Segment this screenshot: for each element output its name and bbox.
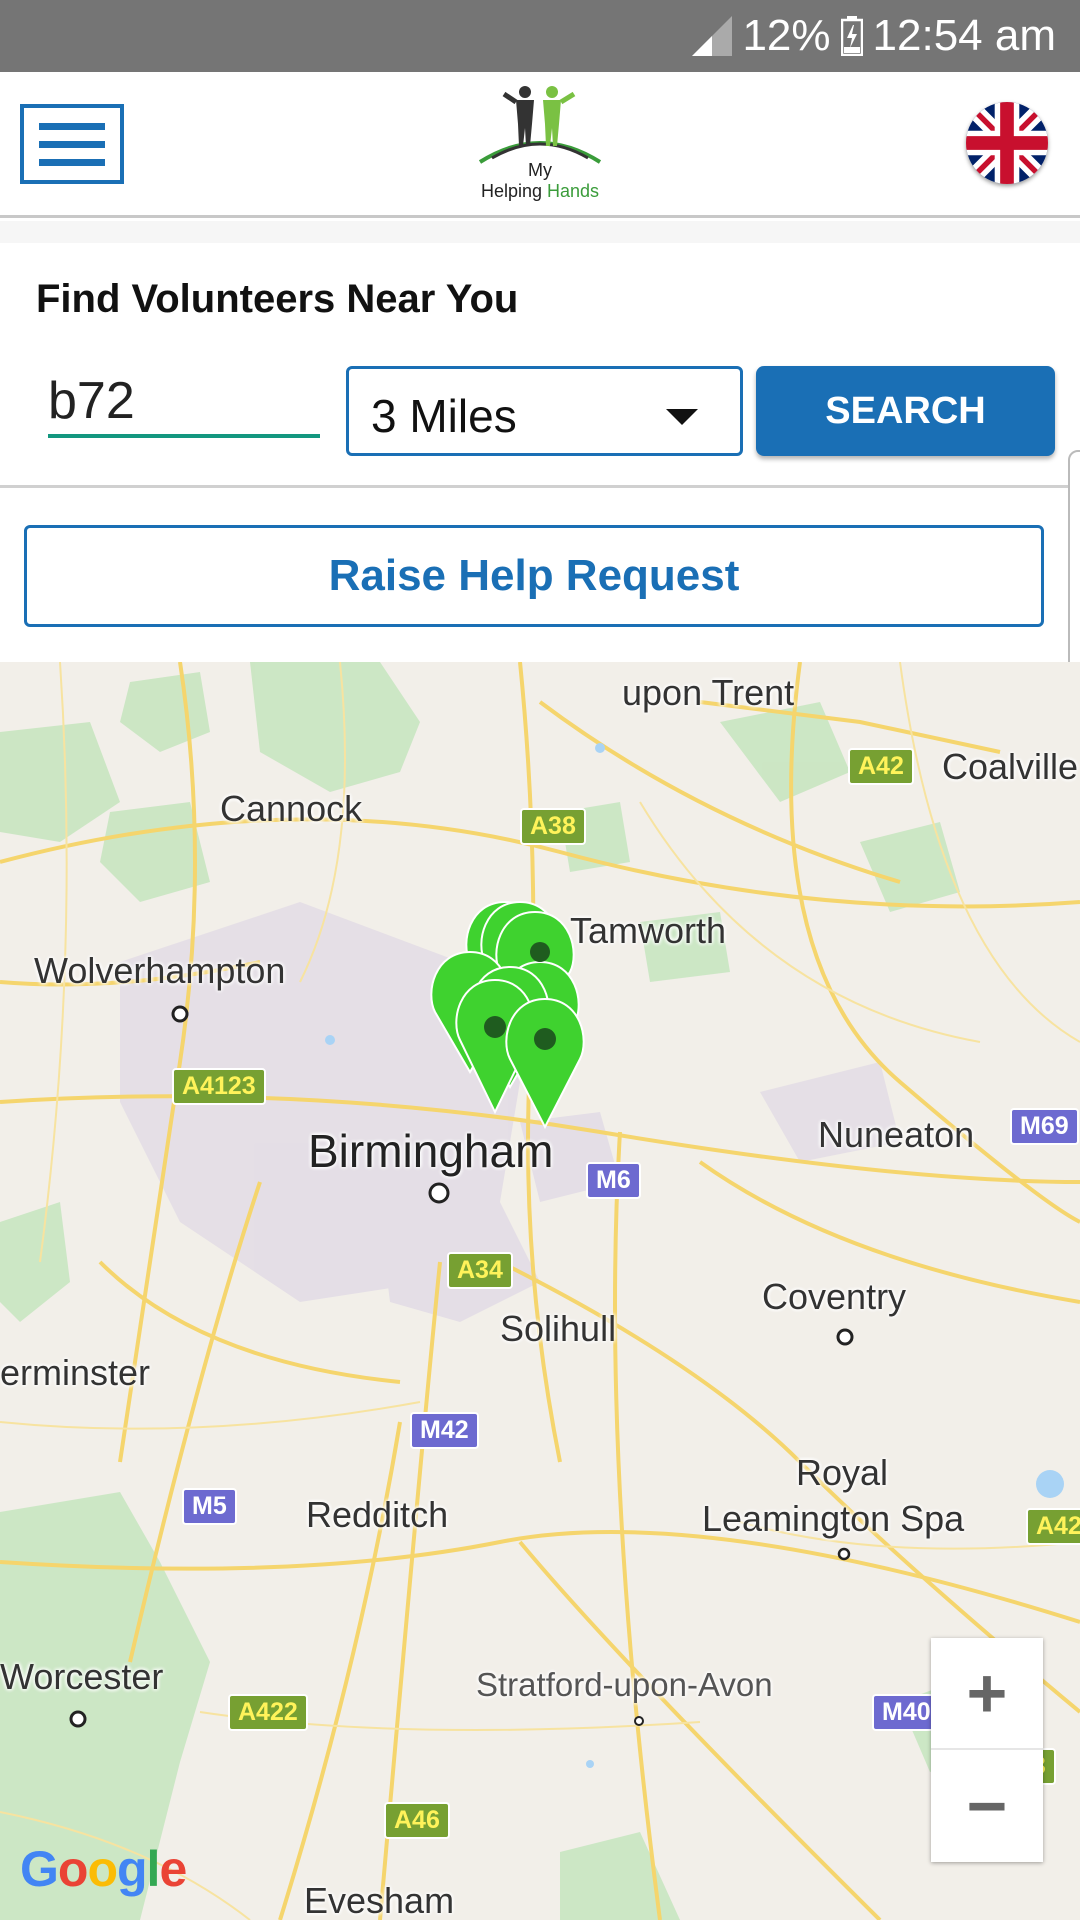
find-volunteers-heading: Find Volunteers Near You bbox=[36, 277, 519, 321]
place-label: Solihull bbox=[500, 1308, 617, 1349]
place-label: Birmingham bbox=[308, 1125, 554, 1177]
place-label: erminster bbox=[0, 1352, 151, 1393]
signal-icon bbox=[692, 16, 733, 56]
screen: 12% 12:54 am My Helping Hands Find Volun… bbox=[0, 0, 1080, 1920]
road-shield: A46 bbox=[384, 1802, 450, 1839]
clock: 12:54 am bbox=[872, 11, 1056, 60]
people-logo-icon bbox=[478, 86, 602, 164]
map-view[interactable]: upon Trent Coalville Cannock Tamworth Wo… bbox=[0, 662, 1080, 1920]
place-label: Nuneaton bbox=[818, 1114, 975, 1155]
hamburger-menu-button[interactable] bbox=[20, 104, 124, 184]
uk-flag-language-button[interactable] bbox=[966, 102, 1048, 184]
postcode-input[interactable] bbox=[48, 368, 320, 438]
google-logo-letter: e bbox=[159, 1841, 187, 1897]
logo-text-my: My bbox=[528, 160, 552, 180]
app-header: My Helping Hands bbox=[0, 72, 1080, 218]
google-logo-letter: G bbox=[20, 1841, 59, 1897]
google-logo-letter: o bbox=[57, 1841, 89, 1897]
search-button[interactable]: SEARCH bbox=[756, 366, 1055, 456]
road-shield: A42 bbox=[1026, 1508, 1080, 1545]
place-label: Cannock bbox=[220, 788, 363, 829]
raise-request-area: Raise Help Request bbox=[0, 491, 1080, 662]
place-label: Evesham bbox=[304, 1880, 455, 1920]
road-shield: M69 bbox=[1010, 1108, 1079, 1145]
road-shield: A42 bbox=[848, 748, 914, 785]
place-label: upon Trent bbox=[622, 672, 795, 713]
place-label: Redditch bbox=[306, 1494, 449, 1535]
place-label: Wolverhampton bbox=[34, 950, 286, 991]
google-logo-letter: g bbox=[117, 1841, 148, 1897]
zoom-in-button[interactable]: + bbox=[931, 1638, 1043, 1750]
battery-charging-icon bbox=[840, 16, 863, 56]
road-shield: M5 bbox=[182, 1488, 237, 1525]
uk-flag-icon bbox=[966, 102, 1048, 184]
road-shield: A422 bbox=[228, 1694, 308, 1731]
app-logo: My Helping Hands bbox=[470, 84, 610, 204]
place-label: Leamington Spa bbox=[702, 1498, 965, 1539]
place-label: Tamworth bbox=[570, 910, 727, 951]
menu-icon bbox=[39, 122, 105, 130]
search-panel: Find Volunteers Near You 3 Miles SEARCH bbox=[0, 243, 1080, 488]
raise-help-request-button[interactable]: Raise Help Request bbox=[24, 525, 1044, 627]
zoom-controls: + − bbox=[931, 1638, 1043, 1862]
place-label: Worcester bbox=[0, 1656, 164, 1697]
map-base bbox=[0, 662, 1080, 1920]
dropdown-caret-icon bbox=[666, 409, 698, 425]
place-label: Coalville bbox=[942, 746, 1079, 787]
road-shield: A4123 bbox=[172, 1068, 266, 1105]
place-label: Coventry bbox=[762, 1276, 907, 1317]
logo-text-helping-hands: Helping Hands bbox=[480, 181, 600, 201]
road-shield: M42 bbox=[410, 1412, 479, 1449]
road-shield: A38 bbox=[520, 808, 586, 845]
distance-select[interactable]: 3 Miles bbox=[346, 366, 743, 456]
road-shield: M6 bbox=[586, 1162, 641, 1199]
battery-percent: 12% bbox=[742, 11, 831, 60]
road-shield: A34 bbox=[447, 1252, 513, 1289]
distance-select-value: 3 Miles bbox=[371, 390, 517, 442]
google-logo: Google bbox=[20, 1840, 187, 1898]
place-label: Stratford-upon-Avon bbox=[476, 1666, 773, 1703]
place-label: Royal bbox=[796, 1452, 889, 1493]
zoom-out-button[interactable]: − bbox=[931, 1750, 1043, 1862]
google-logo-letter: l bbox=[146, 1841, 161, 1897]
google-logo-letter: o bbox=[87, 1841, 118, 1897]
status-bar: 12% 12:54 am bbox=[0, 0, 1080, 72]
